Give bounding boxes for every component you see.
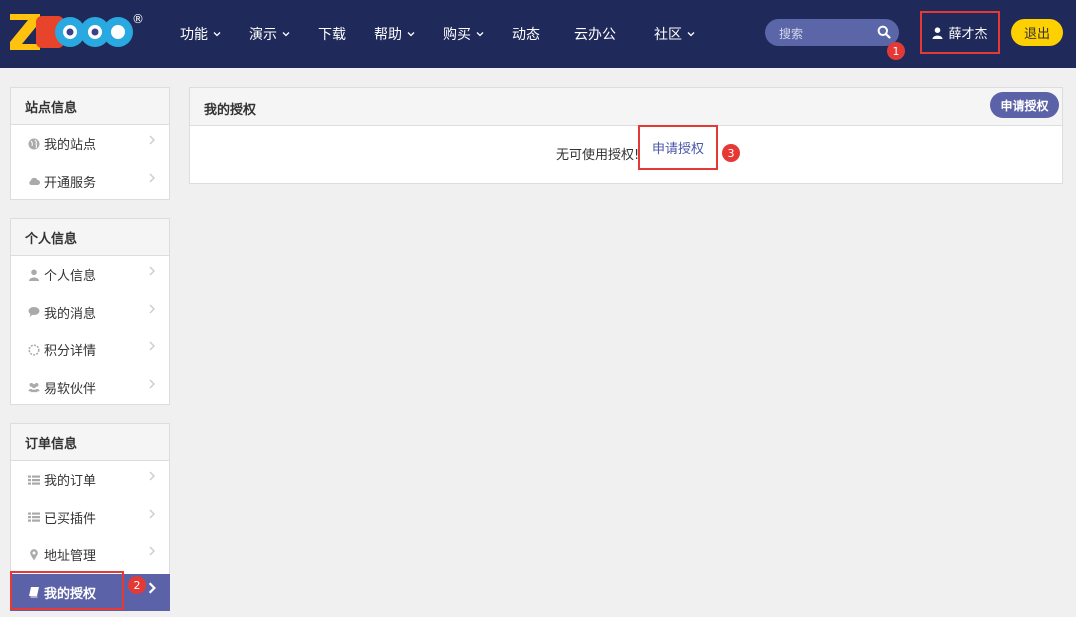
sidebar-item-plugins[interactable]: 已买插件 xyxy=(11,499,169,537)
book-icon xyxy=(29,587,39,598)
step-badge-3: 3 xyxy=(722,144,740,162)
nav-cloud-office[interactable]: 云办公 xyxy=(566,0,638,68)
list-icon xyxy=(28,512,40,522)
sidebar-site-panel: 站点信息 我的站点 开通服务 xyxy=(10,87,170,200)
chevron-right-icon xyxy=(149,304,155,313)
sidebar-personal-panel: 个人信息 个人信息 我的消息 积分详情 易软伙伴 xyxy=(10,218,170,405)
nav-community[interactable]: 社区 xyxy=(642,0,707,68)
nav-help[interactable]: 帮助 xyxy=(362,0,427,68)
sidebar-item-open-service[interactable]: 开通服务 xyxy=(11,163,169,201)
licenses-panel: 我的授权 申请授权 无可使用授权! 申请授权 xyxy=(189,87,1063,184)
sidebar-item-my-sites[interactable]: 我的站点 xyxy=(11,125,169,163)
spinner-icon xyxy=(28,344,40,356)
nav-news[interactable]: 动态 xyxy=(500,0,562,68)
chevron-right-icon xyxy=(149,135,155,145)
chevron-down-icon xyxy=(282,32,290,37)
search-box xyxy=(765,19,899,46)
step-badge-1: 1 xyxy=(887,42,905,60)
page-title: 我的授权 xyxy=(204,103,257,118)
chevron-right-icon xyxy=(149,546,155,556)
chevron-right-icon xyxy=(148,581,156,594)
nav-features[interactable]: 功能 xyxy=(168,0,233,68)
user-name: 薛才杰 xyxy=(948,27,988,42)
licenses-panel-header: 我的授权 申请授权 xyxy=(190,88,1062,126)
sidebar-item-partners[interactable]: 易软伙伴 xyxy=(11,369,169,407)
search-icon[interactable] xyxy=(877,25,891,39)
sidebar-item-messages[interactable]: 我的消息 xyxy=(11,294,169,332)
chevron-right-icon xyxy=(149,341,155,351)
map-marker-icon xyxy=(30,548,38,561)
apply-license-button[interactable]: 申请授权 xyxy=(990,92,1059,118)
highlight-box-apply-link: 申请授权 xyxy=(638,125,718,170)
sidebar-item-my-licenses[interactable]: 我的授权 xyxy=(10,573,170,611)
chevron-down-icon xyxy=(213,32,221,37)
comment-icon xyxy=(28,307,40,318)
step-badge-2: 2 xyxy=(128,576,146,594)
user-menu[interactable]: 薛才杰 xyxy=(920,11,1000,54)
logo-registered-mark: ® xyxy=(132,12,144,26)
chevron-right-icon xyxy=(149,509,155,518)
chevron-right-icon xyxy=(149,173,155,182)
sidebar-item-my-orders[interactable]: 我的订单 xyxy=(11,461,169,499)
chevron-down-icon xyxy=(687,32,695,37)
globe-icon xyxy=(28,138,40,150)
user-icon xyxy=(932,26,943,39)
group-icon xyxy=(28,383,40,393)
top-header: ® 功能 演示 下载 帮助 购买 动态 云办公 社区 搜索 薛才杰 退出 xyxy=(0,0,1076,68)
chevron-down-icon xyxy=(407,32,415,37)
sidebar-orders-panel: 订单信息 我的订单 已买插件 地址管理 我的授权 xyxy=(10,423,170,611)
nav-buy[interactable]: 购买 xyxy=(431,0,496,68)
search-input[interactable] xyxy=(777,23,873,44)
nav-download[interactable]: 下载 xyxy=(306,0,358,68)
list-icon xyxy=(28,475,40,485)
chevron-down-icon xyxy=(476,32,484,37)
cloud-icon xyxy=(29,178,40,186)
empty-message: 无可使用授权! xyxy=(556,148,640,163)
sidebar-orders-title: 订单信息 xyxy=(11,424,169,461)
main-nav: 功能 演示 下载 帮助 购买 动态 云办公 社区 xyxy=(168,0,711,68)
nav-demo[interactable]: 演示 xyxy=(237,0,302,68)
user-icon xyxy=(29,269,39,281)
sidebar-personal-title: 个人信息 xyxy=(11,219,169,256)
chevron-right-icon xyxy=(149,379,155,388)
zdoo-logo[interactable] xyxy=(10,12,138,52)
sidebar-site-title: 站点信息 xyxy=(11,88,169,125)
logout-button[interactable]: 退出 xyxy=(1011,19,1063,46)
apply-license-link[interactable]: 申请授权 xyxy=(652,138,704,157)
chevron-right-icon xyxy=(149,266,155,276)
sidebar-item-points[interactable]: 积分详情 xyxy=(11,331,169,369)
chevron-right-icon xyxy=(149,471,155,481)
sidebar-item-profile[interactable]: 个人信息 xyxy=(11,256,169,294)
sidebar-item-addresses[interactable]: 地址管理 xyxy=(11,536,169,574)
